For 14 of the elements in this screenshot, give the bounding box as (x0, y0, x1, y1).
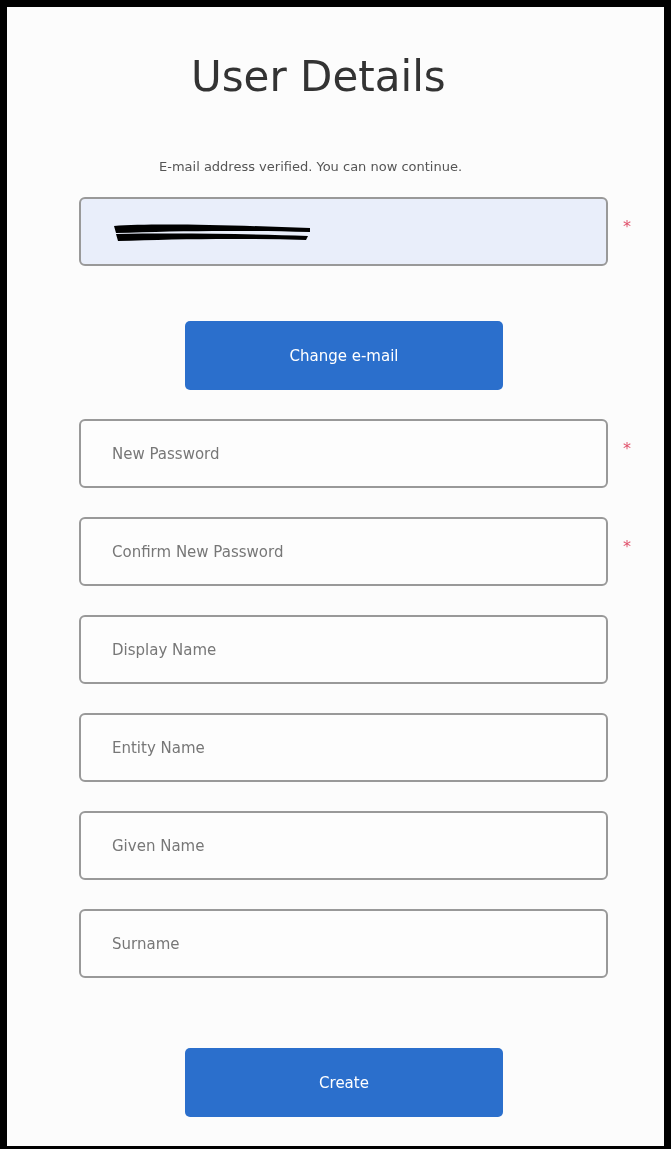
required-asterisk: * (623, 537, 631, 556)
text-field[interactable]: Confirm New Password (79, 517, 608, 586)
required-asterisk: * (623, 439, 631, 458)
required-asterisk: * (623, 217, 631, 236)
email-field[interactable] (79, 197, 608, 266)
text-field[interactable]: Display Name (79, 615, 608, 684)
text-field[interactable]: Entity Name (79, 713, 608, 782)
text-field[interactable]: New Password (79, 419, 608, 488)
text-field[interactable]: Given Name (79, 811, 608, 880)
change-email-button[interactable]: Change e-mail (185, 321, 503, 390)
page-title: User Details (191, 51, 446, 103)
text-field[interactable]: Surname (79, 909, 608, 978)
create-button[interactable]: Create (185, 1048, 503, 1117)
status-message: E-mail address verified. You can now continue. (159, 159, 463, 174)
